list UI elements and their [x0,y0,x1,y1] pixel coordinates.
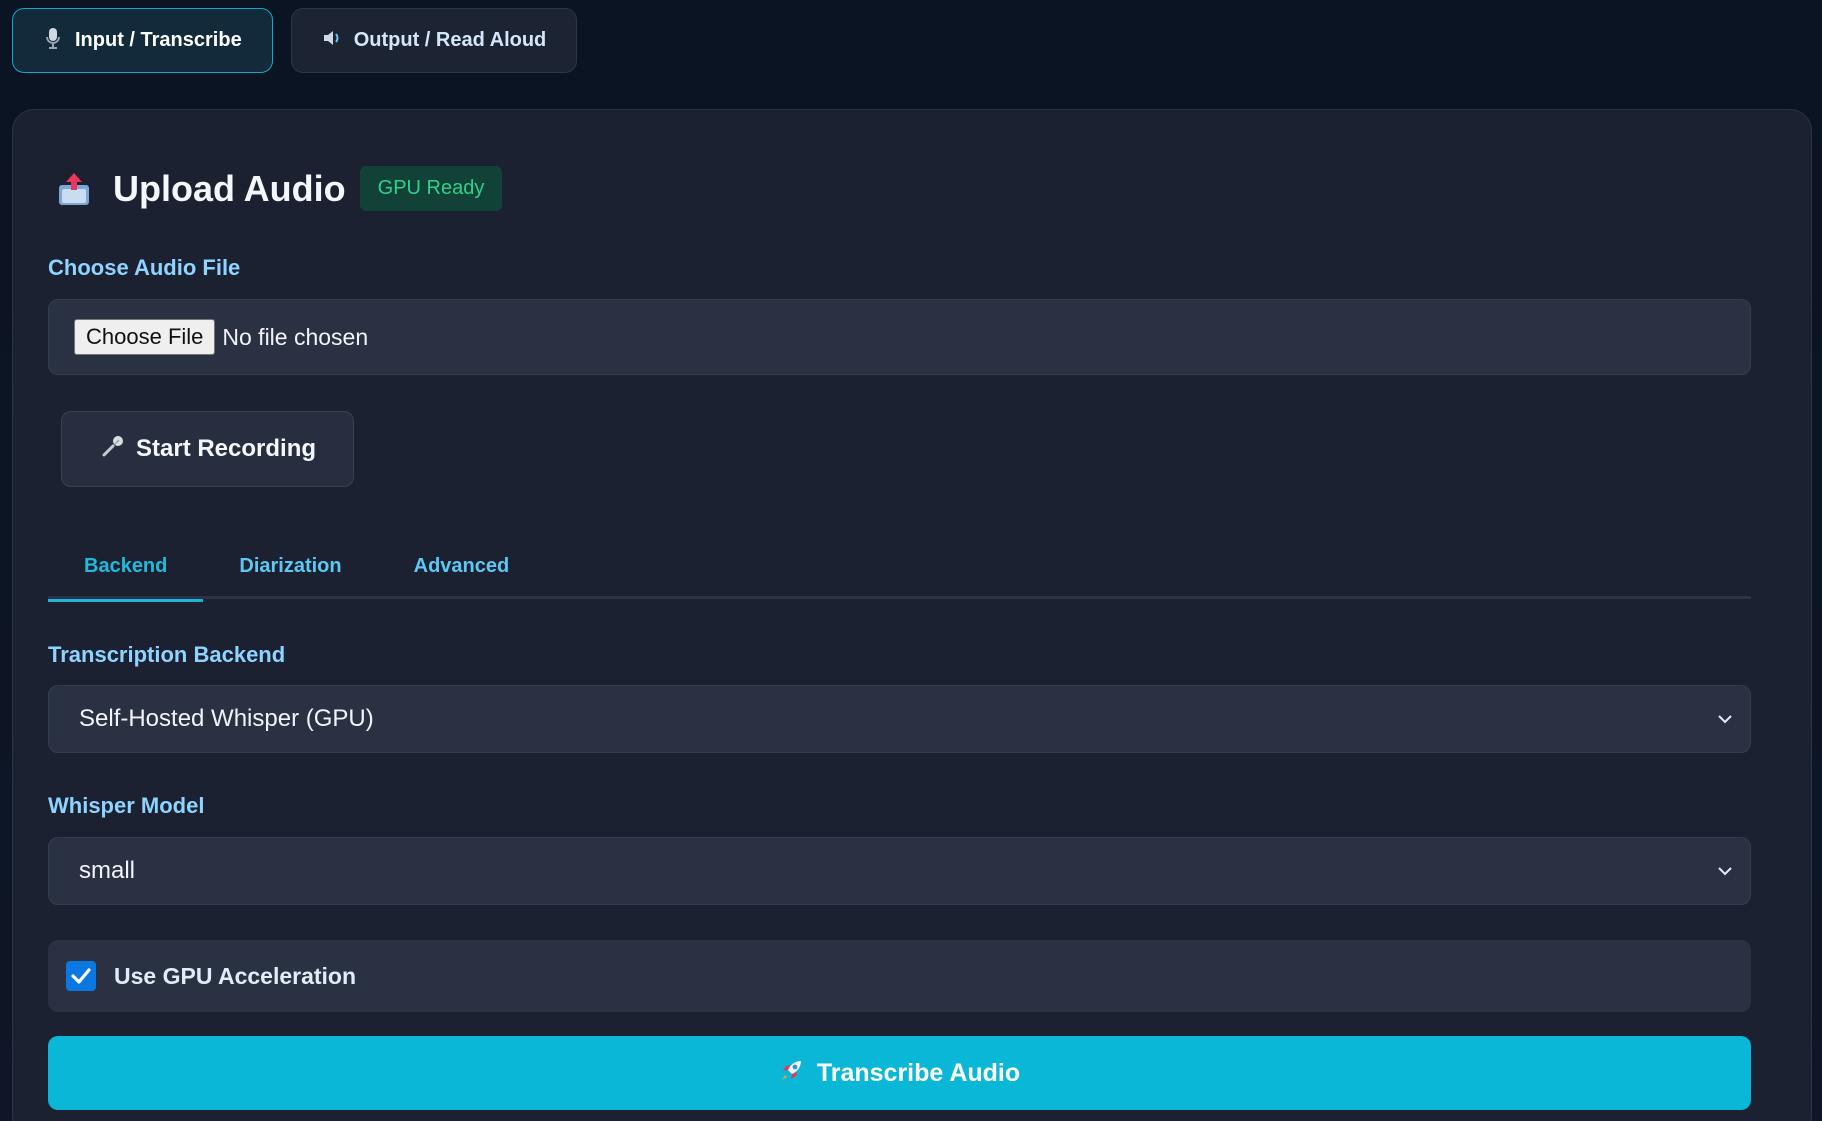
tab-input-transcribe[interactable]: Input / Transcribe [12,8,273,73]
backend-select-value: Self-Hosted Whisper (GPU) [79,705,374,732]
backend-select[interactable]: Self-Hosted Whisper (GPU) [48,685,1751,753]
status-badge: GPU Ready [359,166,503,211]
model-select[interactable]: small [48,837,1751,905]
tab-output-read-aloud-label: Output / Read Aloud [353,29,547,51]
page-title: Upload Audio [113,167,346,209]
chevron-down-icon [1716,710,1734,728]
card-heading: Upload Audio GPU Ready [57,166,503,211]
start-recording-button[interactable]: Start Recording [61,411,354,487]
choose-file-button[interactable]: Choose File [74,319,216,355]
model-label: Whisper Model [48,793,205,818]
transcribe-audio-label: Transcribe Audio [816,1058,1021,1087]
microphone-icon [100,433,126,466]
upload-icon [57,171,93,207]
microphone-icon [43,27,63,55]
gpu-acceleration-checkbox[interactable] [66,961,96,991]
tab-input-transcribe-label: Input / Transcribe [75,29,242,51]
top-tab-bar: Input / Transcribe Output / Read Aloud [12,8,578,73]
backend-label: Transcription Backend [48,642,286,667]
model-select-value: small [79,857,136,884]
file-input[interactable]: Choose File No file chosen [48,299,1751,375]
tab-backend[interactable]: Backend [48,533,204,602]
app: Input / Transcribe Output / Read Aloud U… [0,0,1822,1121]
gpu-acceleration-label: Use GPU Acceleration [114,962,357,989]
chevron-down-icon [1716,862,1734,880]
file-status-text: No file chosen [222,323,369,350]
tab-diarization[interactable]: Diarization [203,533,377,599]
tab-advanced[interactable]: Advanced [378,533,546,599]
rocket-icon [779,1057,805,1090]
tab-output-read-aloud[interactable]: Output / Read Aloud [290,8,578,73]
speaker-icon [322,29,342,53]
transcribe-audio-button[interactable]: Transcribe Audio [48,1036,1751,1110]
start-recording-label: Start Recording [136,435,317,462]
settings-tab-bar: Backend Diarization Advanced [48,533,1751,602]
gpu-acceleration-row[interactable]: Use GPU Acceleration [48,940,1751,1012]
file-label: Choose Audio File [48,255,241,280]
